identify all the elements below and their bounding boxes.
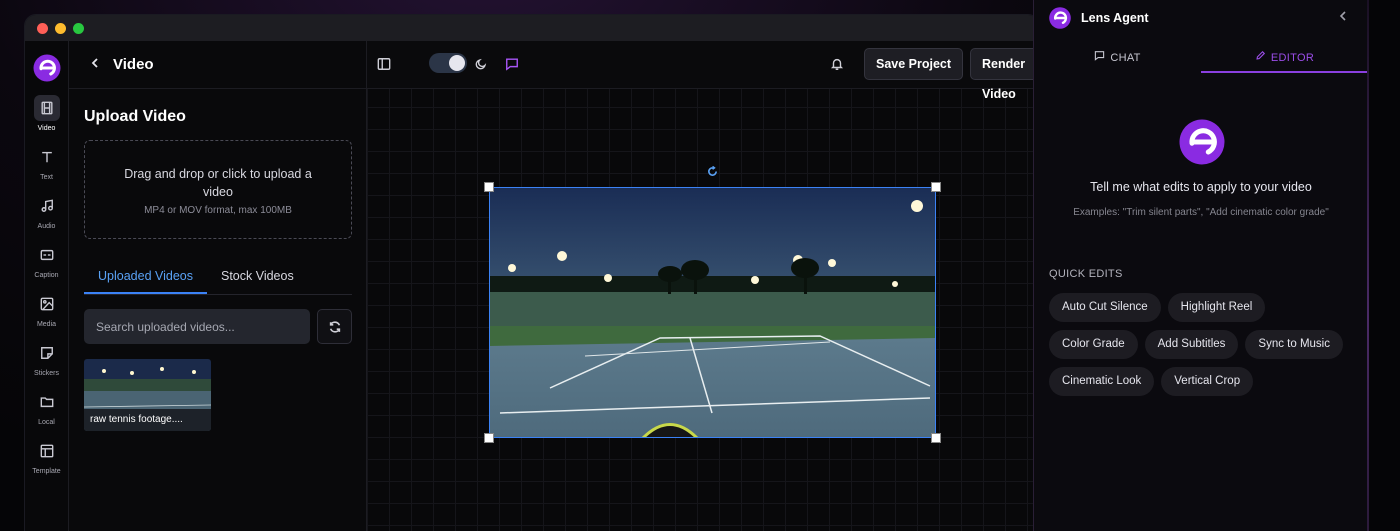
collapse-panel-button[interactable] [1337, 9, 1349, 25]
close-window-button[interactable] [37, 22, 48, 34]
agent-logo-icon [1049, 7, 1071, 29]
rail-item-label: Media [36, 321, 57, 328]
video-preview[interactable] [489, 187, 936, 438]
top-toolbar: Save Project Render Video [367, 41, 1039, 101]
resize-handle-bottom-right[interactable] [931, 433, 941, 443]
minimize-window-button[interactable] [55, 22, 66, 34]
tab-editor-label: EDITOR [1270, 52, 1315, 64]
rail-item-audio[interactable]: Audio [25, 193, 69, 230]
video-name: raw tennis footage.... [84, 409, 211, 431]
agent-examples: Examples: "Trim silent parts", "Add cine… [1073, 207, 1329, 218]
app-logo-icon [33, 54, 60, 82]
tab-chat-label: CHAT [1110, 52, 1141, 64]
search-input[interactable] [84, 309, 310, 344]
rail-item-label: Template [32, 468, 61, 475]
video-frame-image [490, 188, 935, 437]
chat-icon [1095, 51, 1105, 61]
folder-icon [40, 397, 53, 408]
quick-edit-chip[interactable]: Auto Cut Silence [1049, 293, 1161, 322]
rail-item-label: Audio [37, 223, 56, 230]
tab-stock-videos[interactable]: Stock Videos [207, 260, 308, 294]
tab-editor[interactable]: EDITOR [1201, 40, 1368, 73]
video-panel: Video Upload Video Drag and drop or clic… [69, 41, 367, 531]
image-icon [40, 297, 53, 311]
caption-icon [40, 249, 53, 261]
dropzone-hint: MP4 or MOV format, max 100MB [144, 205, 292, 216]
sticker-icon [40, 347, 53, 359]
maximize-window-button[interactable] [73, 22, 84, 34]
rail-item-local[interactable]: Local [25, 389, 69, 426]
moon-icon [474, 57, 488, 76]
pencil-icon [1256, 50, 1265, 60]
rail-item-media[interactable]: Media [25, 291, 69, 328]
chevron-left-icon [91, 58, 98, 68]
tab-uploaded-videos[interactable]: Uploaded Videos [84, 260, 207, 294]
rotate-icon [708, 165, 717, 176]
rail-item-text[interactable]: Text [25, 144, 69, 181]
app-window: Video Text Audio Caption Media Stickers … [24, 14, 1040, 531]
panel-header: Video [69, 41, 366, 89]
refresh-icon [329, 320, 340, 333]
quick-edits-title: QUICK EDITS [1049, 268, 1123, 280]
agent-tabs: CHAT EDITOR [1034, 40, 1368, 73]
resize-handle-top-left[interactable] [484, 182, 494, 192]
quick-edit-chip[interactable]: Sync to Music [1245, 330, 1343, 359]
lens-agent-panel: Lens Agent CHAT EDITOR Tell me what edit… [1033, 0, 1368, 531]
resize-handle-bottom-left[interactable] [484, 433, 494, 443]
agent-title: Lens Agent [1081, 11, 1149, 25]
rail-item-label: Video [37, 125, 56, 132]
music-icon [40, 199, 53, 212]
video-source-tabs: Uploaded Videos Stock Videos [84, 260, 352, 295]
theme-toggle[interactable] [429, 53, 467, 73]
rail-item-caption[interactable]: Caption [25, 242, 69, 279]
dropzone-text: Drag and drop or click to upload a video [124, 167, 312, 199]
refresh-button[interactable] [317, 309, 352, 344]
upload-title: Upload Video [84, 108, 186, 125]
quick-edit-chip[interactable]: Highlight Reel [1167, 293, 1266, 322]
sidebar-icon [377, 58, 391, 70]
quick-edit-chip[interactable]: Add Subtitles [1144, 330, 1239, 359]
agent-hero-logo-icon [1179, 119, 1225, 165]
save-project-button[interactable]: Save Project [864, 48, 964, 80]
quick-edit-chip[interactable]: Vertical Crop [1161, 367, 1254, 396]
title-bar [25, 15, 1039, 41]
rail-item-label: Stickers [34, 370, 59, 377]
page-title: Video [113, 56, 154, 73]
quick-edits-list: Auto Cut Silence Highlight Reel Color Gr… [1049, 293, 1359, 396]
text-icon [41, 151, 52, 163]
agent-header: Lens Agent [1034, 0, 1367, 36]
agent-prompt: Tell me what edits to apply to your vide… [1090, 180, 1312, 194]
rail-item-label: Caption [34, 272, 59, 279]
chevron-left-icon [1339, 11, 1346, 21]
quick-edit-chip[interactable]: Color Grade [1049, 330, 1138, 359]
chat-icon [506, 58, 518, 71]
editor-canvas: Save Project Render Video [367, 41, 1039, 531]
rotate-handle[interactable] [707, 164, 718, 182]
quick-edit-chip[interactable]: Cinematic Look [1049, 367, 1155, 396]
upload-dropzone[interactable]: Drag and drop or click to upload a video… [84, 140, 352, 239]
notifications-button[interactable] [830, 57, 844, 76]
panel-edge-glow [1367, 0, 1369, 531]
layout-icon [40, 444, 53, 458]
video-thumbnail[interactable]: raw tennis footage.... [84, 359, 211, 431]
resize-handle-top-right[interactable] [931, 182, 941, 192]
film-icon [40, 101, 53, 115]
render-video-button[interactable]: Render Video [970, 48, 1039, 101]
rail-item-template[interactable]: Template [25, 438, 69, 475]
rail-item-stickers[interactable]: Stickers [25, 340, 69, 377]
rail-item-label: Local [38, 419, 55, 426]
tool-rail: Video Text Audio Caption Media Stickers … [25, 41, 69, 531]
chat-toggle-button[interactable] [505, 57, 519, 76]
tab-chat[interactable]: CHAT [1034, 40, 1201, 73]
rail-item-video[interactable]: Video [25, 95, 69, 132]
rail-item-label: Text [40, 174, 53, 181]
sidebar-toggle-button[interactable] [377, 57, 391, 76]
bell-icon [830, 58, 844, 70]
back-button[interactable] [89, 56, 101, 73]
